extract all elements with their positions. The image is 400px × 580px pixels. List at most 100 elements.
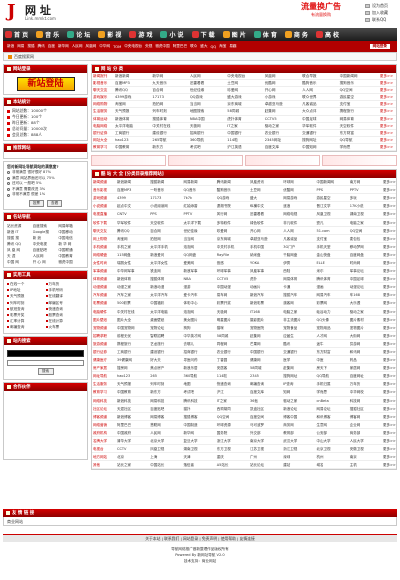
site-link[interactable]: 凤凰卫视 [149, 445, 183, 454]
site-link[interactable]: NBA中国 [188, 116, 227, 123]
site-link[interactable]: 和讯博客 [315, 413, 349, 421]
view-results-button[interactable]: 查看 [47, 199, 63, 207]
site-link[interactable]: 农业银行 [215, 348, 249, 357]
site-link[interactable]: 太平洋下载 [182, 219, 216, 227]
site-link[interactable]: 潇湘书院 [215, 202, 249, 211]
site-link[interactable]: 搜狐新闻 [149, 178, 183, 187]
search-label[interactable]: 百度搜索网 [14, 54, 34, 60]
directory-category[interactable]: 彩票频道 [92, 299, 116, 308]
site-link[interactable]: 科技网 [348, 397, 382, 405]
site-link[interactable]: 人民网 [149, 429, 183, 438]
site-link[interactable]: 好大夫 [149, 356, 183, 365]
site-link[interactable]: 纵横中文 [249, 202, 283, 211]
site-link[interactable]: 搜狐汽车 [282, 291, 316, 300]
site-link[interactable]: 腾讯体育 [315, 275, 349, 284]
site-link[interactable]: 265 [149, 372, 183, 381]
site-link[interactable]: 建站 [282, 461, 316, 470]
site-link[interactable]: 农业银行 [263, 130, 302, 137]
site-link[interactable]: 搜狗音乐 [338, 80, 376, 88]
site-link[interactable]: 土豆网 [249, 186, 283, 195]
site-link[interactable]: 彩票网 [315, 299, 349, 308]
add-favorite-link[interactable]: 加入收藏 [365, 9, 399, 16]
site-link[interactable]: 网易体育 [282, 275, 316, 284]
site-link[interactable]: 凤凰军事 [249, 267, 283, 276]
site-link[interactable]: 体彩中心 [182, 299, 216, 308]
new-site-login-button[interactable]: 新站登陆 [16, 77, 75, 91]
site-link[interactable]: 北京大学 [149, 437, 183, 446]
more-link[interactable]: 更多>> [382, 324, 396, 332]
site-link[interactable]: PPTV [348, 186, 382, 195]
more-link[interactable]: 更多>> [382, 186, 396, 195]
site-link[interactable]: CCTV [116, 445, 150, 454]
site-link[interactable]: 搜狐博客 [182, 413, 216, 421]
site-link[interactable]: 卓越亚马逊 [263, 101, 302, 109]
directory-category[interactable]: 网络营销 [92, 421, 116, 429]
site-link[interactable]: 百度贴吧 [149, 405, 183, 413]
site-link[interactable]: 支付宝 [315, 235, 349, 243]
site-logo[interactable]: J 网 址 Link.mmkt.com [7, 1, 69, 25]
site-link[interactable]: 新浪乐居 [182, 364, 216, 373]
site-link[interactable]: 环球军事 [215, 267, 249, 276]
site-link[interactable]: 新浪汽车 [249, 291, 283, 300]
site-link[interactable]: 新东方 [151, 144, 189, 152]
site-link[interactable]: 支付宝 [338, 101, 376, 109]
site-link[interactable]: 马可波罗 [249, 421, 283, 429]
site-link[interactable]: 京东商城 [215, 235, 249, 243]
more-link[interactable]: 更多>> [382, 348, 396, 357]
directory-category[interactable]: 体育频道 [92, 275, 116, 284]
site-link[interactable]: 太平洋电脑 [114, 123, 152, 130]
site-link[interactable]: 新浪彩票 [249, 299, 283, 308]
more-link[interactable]: 更多>> [382, 267, 396, 276]
directory-category[interactable]: 房产家居 [92, 364, 116, 373]
site-link[interactable]: 彩票开奖 [215, 299, 249, 308]
site-link[interactable]: 广州 [249, 453, 283, 462]
more-link[interactable]: 更多>> [382, 461, 396, 470]
site-link[interactable]: 天空软件 [338, 123, 376, 130]
more-link[interactable]: 更多>> [375, 101, 396, 109]
directory-category[interactable]: 女性时尚 [92, 259, 116, 268]
site-link[interactable]: 迅雷看看 [249, 210, 283, 219]
site-link[interactable]: 北京卫视 [315, 445, 349, 454]
subnav-link[interactable]: 盛大 [200, 44, 207, 49]
site-link[interactable]: 中国教育 [114, 144, 152, 152]
site-link[interactable]: 动画片 [249, 283, 283, 292]
site-link[interactable]: 拍拍网 [149, 235, 183, 243]
site-link[interactable]: 手机之家 [116, 243, 150, 251]
site-link[interactable]: 中国新闻网 [315, 178, 349, 187]
directory-category[interactable]: 招聘求职 [92, 332, 116, 340]
directory-category[interactable]: 地方网站 [92, 453, 116, 462]
site-link[interactable]: IT之家 [215, 397, 249, 405]
site-link[interactable]: 宠物图片 [348, 324, 382, 332]
site-link[interactable]: 逐浪 [282, 202, 316, 211]
site-link[interactable]: 域名 [315, 461, 349, 470]
site-link[interactable]: 交通银行 [301, 130, 339, 137]
site-link[interactable]: 前程无忧 [116, 332, 150, 340]
site-link[interactable]: QQ游戏 [215, 194, 249, 203]
site-link[interactable]: 天气预报 [116, 380, 150, 389]
more-link[interactable]: 更多>> [382, 372, 396, 381]
site-link[interactable]: 博客中国 [282, 413, 316, 421]
site-link[interactable]: 中医 [315, 356, 349, 365]
site-link[interactable]: 大街网 [348, 332, 382, 340]
famous-site-link[interactable]: 中国 网 [7, 259, 33, 265]
site-link[interactable]: 中国足球 [301, 116, 339, 123]
subnav-link[interactable]: 淘宝 [219, 44, 226, 49]
nav-item[interactable]: 图 片 [222, 30, 246, 39]
site-link[interactable]: QQ头像 [315, 316, 349, 324]
more-link[interactable]: 更多>> [375, 87, 396, 95]
site-link[interactable]: 湖南卫视 [182, 445, 216, 454]
site-link[interactable]: 58同城 [249, 364, 283, 373]
friend-link[interactable]: 商业网站 [7, 519, 23, 524]
site-link[interactable]: 中国新闻网 [338, 73, 376, 81]
site-link[interactable]: 中华网军事 [116, 267, 150, 276]
site-link[interactable]: 17173 [151, 94, 189, 102]
site-link[interactable]: 酷讯 [282, 340, 316, 348]
site-link[interactable]: 清华大学 [116, 437, 150, 446]
site-link[interactable]: 霏凡 [315, 219, 349, 227]
site-link[interactable]: 一听音乐 [149, 186, 183, 195]
site-link[interactable]: 知网 [282, 388, 316, 397]
site-link[interactable]: 开心网 [263, 87, 302, 95]
site-link[interactable]: 和讯网 [348, 348, 382, 357]
site-link[interactable]: 搜狐体育 [151, 116, 189, 123]
site-link[interactable]: 驱动之家 [348, 308, 382, 316]
